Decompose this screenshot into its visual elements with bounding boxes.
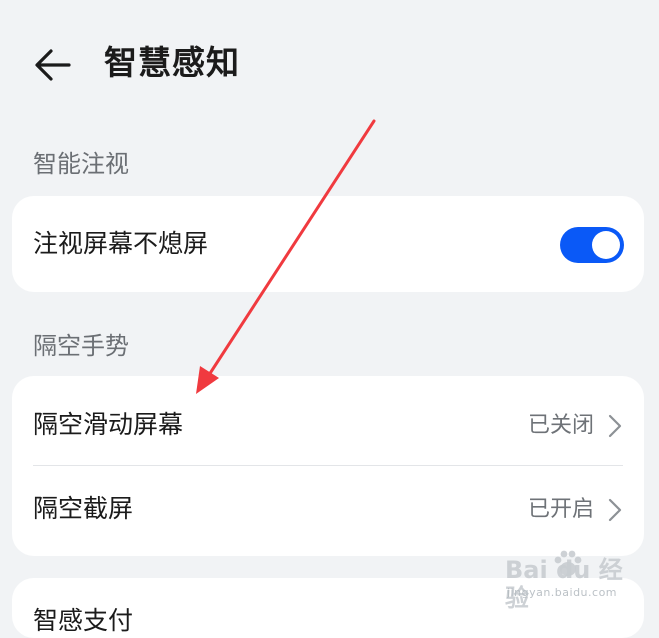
section-label-gaze: 智能注视	[33, 150, 129, 178]
row-label: 注视屏幕不熄屏	[33, 229, 209, 258]
chevron-right-icon	[608, 498, 622, 522]
row-keep-screen-on[interactable]: 注视屏幕不熄屏	[12, 196, 644, 292]
watermark-url: jingyan.baidu.com	[507, 586, 618, 599]
row-value: 已关闭	[527, 413, 594, 438]
row-label: 隔空滑动屏幕	[33, 410, 184, 439]
chevron-right-icon	[608, 414, 622, 438]
row-label: 智感支付	[33, 606, 134, 635]
arrow-left-icon	[35, 49, 71, 81]
top-bar: 智慧感知	[0, 0, 659, 128]
row-value: 已开启	[527, 497, 594, 522]
row-air-screenshot[interactable]: 隔空截屏 已开启	[12, 466, 644, 556]
paw-icon	[554, 550, 582, 576]
row-label: 隔空截屏	[33, 494, 134, 523]
card-air-gesture: 隔空滑动屏幕 已关闭 隔空截屏 已开启	[12, 376, 644, 556]
row-air-swipe[interactable]: 隔空滑动屏幕 已关闭	[12, 376, 644, 466]
keep-screen-on-toggle[interactable]	[560, 227, 624, 263]
back-button[interactable]	[28, 40, 78, 90]
toggle-knob	[592, 231, 620, 259]
section-label-air-gesture: 隔空手势	[33, 332, 129, 360]
baidu-jingyan-watermark: Bai du 经验 jingyan.baidu.com	[505, 548, 645, 612]
page-title: 智慧感知	[104, 43, 240, 82]
card-gaze: 注视屏幕不熄屏	[12, 196, 644, 292]
